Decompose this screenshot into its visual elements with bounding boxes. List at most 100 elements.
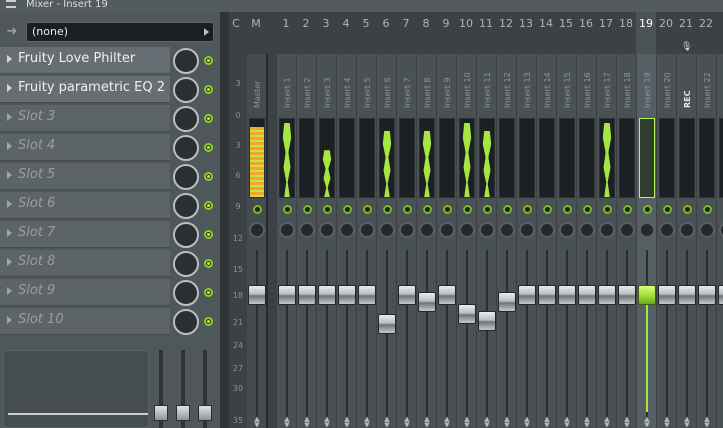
slot-enable-led[interactable] xyxy=(204,201,213,210)
channel-enable-led[interactable] xyxy=(521,204,533,216)
channel-enable-led[interactable] xyxy=(361,204,373,216)
volume-fader[interactable] xyxy=(298,285,316,306)
volume-fader[interactable] xyxy=(518,285,536,306)
volume-fader[interactable] xyxy=(578,285,596,306)
route-arrows-icon[interactable]: ▲▼ xyxy=(520,416,534,428)
insert-channel[interactable]: Insert▲▼ xyxy=(716,54,723,428)
route-arrows-icon[interactable]: ▲▼ xyxy=(600,416,614,428)
volume-fader[interactable] xyxy=(658,285,676,306)
mix-knob[interactable] xyxy=(173,135,199,161)
channel-number[interactable]: 8 xyxy=(416,12,436,54)
insert-channel[interactable]: Insert 4 ▲ ▼ xyxy=(336,54,356,428)
volume-fader[interactable] xyxy=(398,285,416,306)
volume-fader[interactable] xyxy=(638,285,656,306)
channel-enable-led[interactable] xyxy=(621,204,633,216)
pan-knob[interactable] xyxy=(539,222,555,238)
insert-channel[interactable]: REC ▲ ▼ xyxy=(676,54,696,428)
route-arrows-icon[interactable]: ▲▼ xyxy=(420,416,434,428)
mix-knob[interactable] xyxy=(173,251,199,277)
effect-slot[interactable]: Slot 8 xyxy=(0,249,220,278)
channel-enable-led[interactable] xyxy=(461,204,473,216)
expand-arrow-icon[interactable] xyxy=(7,258,12,266)
channel-enable-led[interactable] xyxy=(421,204,433,216)
eq-band-low-slider[interactable] xyxy=(154,405,168,421)
volume-fader[interactable] xyxy=(418,291,436,312)
pan-knob[interactable] xyxy=(659,222,675,238)
pan-knob[interactable] xyxy=(619,222,635,238)
pan-knob[interactable] xyxy=(459,222,475,238)
pan-knob[interactable] xyxy=(699,222,715,238)
insert-channel[interactable]: Insert 5 ▲ ▼ xyxy=(356,54,376,428)
channel-number[interactable]: 4 xyxy=(336,12,356,54)
channel-enable-led[interactable] xyxy=(501,204,513,216)
volume-fader[interactable] xyxy=(478,310,496,331)
route-arrows-icon[interactable]: ▲▼ xyxy=(620,416,634,428)
menu-icon[interactable] xyxy=(6,0,16,8)
mix-knob[interactable] xyxy=(173,106,199,132)
channel-enable-led[interactable] xyxy=(341,204,353,216)
route-arrows-icon[interactable]: ▲▼ xyxy=(480,416,494,428)
eq-band-high-slider[interactable] xyxy=(198,405,212,421)
channel-number[interactable]: 17 xyxy=(596,12,616,54)
insert-channel[interactable]: Insert 22 ▲ ▼ xyxy=(696,54,716,428)
route-arrows-icon[interactable]: ▲▼ xyxy=(700,416,714,428)
volume-fader[interactable] xyxy=(458,304,476,325)
channel-enable-led[interactable] xyxy=(251,204,263,216)
insert-channel[interactable]: Insert 17 ▲ ▼ xyxy=(596,54,616,428)
channel-enable-led[interactable] xyxy=(601,204,613,216)
volume-fader[interactable] xyxy=(698,285,716,306)
slot-enable-led[interactable] xyxy=(204,259,213,268)
slot-enable-led[interactable] xyxy=(204,85,213,94)
channel-enable-led[interactable] xyxy=(581,204,593,216)
insert-channel[interactable]: Insert 20 ▲ ▼ xyxy=(656,54,676,428)
expand-arrow-icon[interactable] xyxy=(7,287,12,295)
pan-knob[interactable] xyxy=(279,222,295,238)
effect-slot[interactable]: Slot 9 xyxy=(0,278,220,307)
route-arrows-icon[interactable]: ▲▼ xyxy=(360,416,374,428)
pan-knob[interactable] xyxy=(499,222,515,238)
mix-knob[interactable] xyxy=(173,280,199,306)
pan-knob[interactable] xyxy=(319,222,335,238)
volume-fader[interactable] xyxy=(598,285,616,306)
channel-number[interactable]: 6 xyxy=(376,12,396,54)
insert-channel[interactable]: Insert 15 ▲ ▼ xyxy=(556,54,576,428)
insert-channel[interactable]: Insert 19 ▲ ▼ xyxy=(636,54,656,428)
channel-number[interactable]: 20 xyxy=(656,12,676,54)
pan-knob[interactable] xyxy=(249,222,265,238)
channel-enable-led[interactable] xyxy=(401,204,413,216)
volume-fader[interactable] xyxy=(378,314,396,334)
insert-channel[interactable]: Insert 14 ▲ ▼ xyxy=(536,54,556,428)
insert-channel[interactable]: Insert 6 ▲ ▼ xyxy=(376,54,396,428)
route-arrows-icon[interactable]: ▲▼ xyxy=(460,416,474,428)
insert-channel[interactable]: Insert 16 ▲ ▼ xyxy=(576,54,596,428)
effect-slot[interactable]: Slot 6 xyxy=(0,191,220,220)
mix-knob[interactable] xyxy=(173,309,199,335)
expand-arrow-icon[interactable] xyxy=(7,229,12,237)
expand-arrow-icon[interactable] xyxy=(7,84,12,92)
channel-number[interactable]: 2 xyxy=(296,12,316,54)
pan-knob[interactable] xyxy=(719,222,723,238)
route-arrows-icon[interactable]: ▲▼ xyxy=(380,416,394,428)
expand-arrow-icon[interactable] xyxy=(7,142,12,150)
expand-arrow-icon[interactable] xyxy=(7,55,12,63)
channel-number[interactable]: 12 xyxy=(496,12,516,54)
pan-knob[interactable] xyxy=(359,222,375,238)
insert-channel[interactable]: Insert 12 ▲ ▼ xyxy=(496,54,516,428)
slot-enable-led[interactable] xyxy=(204,143,213,152)
input-select[interactable]: (none) xyxy=(26,22,214,42)
channel-number[interactable]: M xyxy=(246,12,266,54)
pan-knob[interactable] xyxy=(679,222,695,238)
channel-enable-led[interactable] xyxy=(701,204,713,216)
channel-enable-led[interactable] xyxy=(321,204,333,216)
route-arrows-icon[interactable]: ▲▼ xyxy=(660,416,674,428)
effect-slot[interactable]: Slot 3 xyxy=(0,104,220,133)
pan-knob[interactable] xyxy=(339,222,355,238)
insert-channel[interactable]: Insert 10 ▲ ▼ xyxy=(456,54,476,428)
mix-knob[interactable] xyxy=(173,77,199,103)
mix-knob[interactable] xyxy=(173,222,199,248)
insert-channel[interactable]: Insert 8 ▲ ▼ xyxy=(416,54,436,428)
mix-knob[interactable] xyxy=(173,193,199,219)
pan-knob[interactable] xyxy=(579,222,595,238)
effect-slot[interactable]: Fruity Love Philter xyxy=(0,46,220,75)
channel-enable-led[interactable] xyxy=(281,204,293,216)
